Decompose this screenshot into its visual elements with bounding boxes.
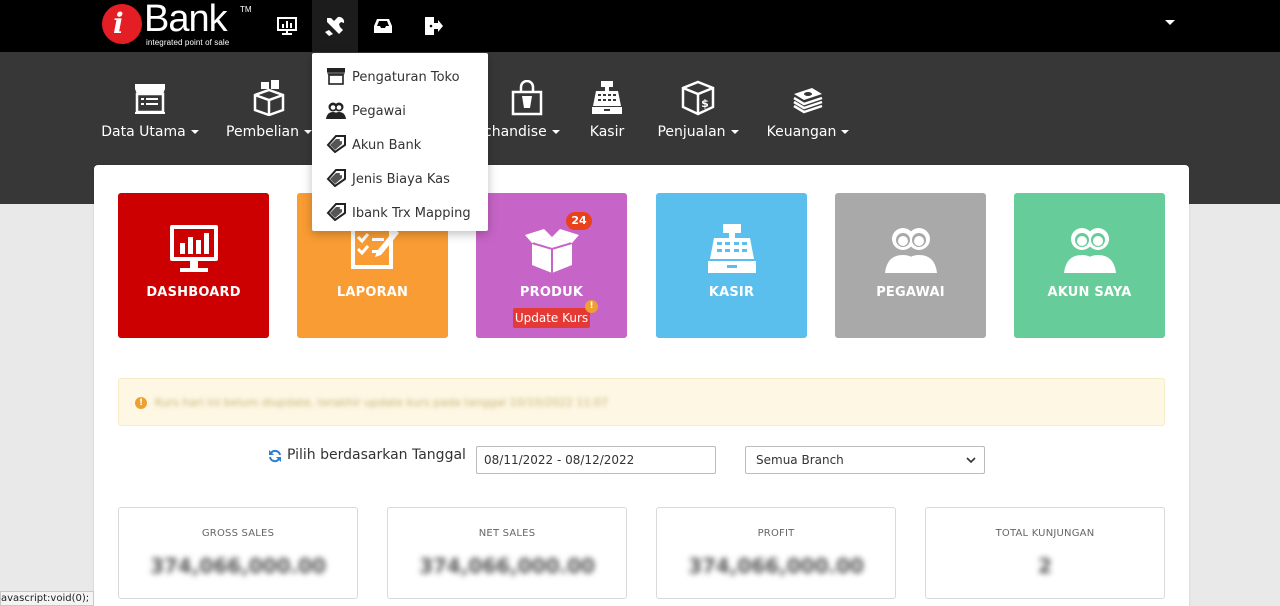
svg-text:$: $ — [701, 97, 709, 110]
browser-status-bar: avascript:void(0); — [0, 591, 95, 606]
tag-icon — [326, 135, 346, 153]
stat-value: 374,066,000.00 — [419, 554, 595, 578]
update-kurs-button[interactable]: Update Kurs — [513, 308, 590, 328]
caret-down-icon — [730, 130, 739, 134]
menu-label: Penjualan — [657, 124, 726, 140]
date-range-input[interactable]: 08/11/2022 - 08/12/2022 — [476, 446, 716, 474]
menu-keuangan[interactable]: Keuangan — [762, 80, 854, 150]
open-box-icon — [524, 229, 579, 273]
kurs-alert: ! Kurs hari ini belum diupdate, terakhir… — [118, 378, 1165, 426]
tools-icon — [325, 16, 345, 36]
money-stack-icon — [793, 88, 823, 114]
brand-tagline: integrated point of sale — [146, 38, 230, 47]
cash-register-icon — [707, 224, 756, 273]
caret-down-icon — [303, 130, 312, 134]
dropdown-item-label: Pegawai — [352, 104, 406, 119]
stat-net-sales: NET SALES 374,066,000.00 — [387, 507, 627, 599]
top-bar: i Bank TM integrated point of sale — [0, 0, 1280, 52]
tile-pegawai[interactable]: PEGAWAI — [835, 193, 986, 338]
store-icon — [327, 68, 345, 85]
user-menu-caret-icon[interactable] — [1165, 20, 1175, 25]
tag-icon — [326, 203, 346, 221]
stat-gross-sales: GROSS SALES 374,066,000.00 — [118, 507, 358, 599]
tile-label: KASIR — [708, 285, 755, 300]
settings-dropdown-menu: Pengaturan Toko Pegawai Akun Bank Jenis … — [312, 53, 488, 231]
stat-label: PROFIT — [757, 528, 795, 539]
logout-button[interactable] — [410, 0, 456, 52]
menu-penjualan[interactable]: $ Penjualan — [652, 80, 744, 150]
stat-profit: PROFIT 374,066,000.00 — [656, 507, 896, 599]
logo-mark-icon: i — [102, 4, 142, 44]
dropdown-item-label: Akun Bank — [352, 138, 422, 153]
people-icon — [884, 228, 937, 273]
warning-icon: ! — [585, 300, 598, 313]
stat-value: 374,066,000.00 — [688, 554, 864, 578]
branch-select[interactable]: Semua Branch — [745, 446, 985, 474]
people-icon — [1063, 228, 1116, 273]
boxes-icon — [253, 80, 285, 116]
brand-name: Bank — [144, 0, 228, 40]
date-filter-label: Pilih berdasarkan Tanggal — [268, 447, 466, 463]
caret-down-icon — [190, 130, 199, 134]
dropdown-item-label: Pengaturan Toko — [352, 70, 460, 85]
chevron-down-icon — [966, 457, 976, 464]
dashboard-monitor-button[interactable] — [264, 0, 310, 52]
menu-label: Keuangan — [766, 124, 837, 140]
menu-label: Data Utama — [101, 124, 186, 140]
stat-value: 374,066,000.00 — [150, 554, 326, 578]
tag-icon — [326, 169, 346, 187]
monitor-chart-icon — [277, 17, 297, 35]
stat-total-kunjungan: TOTAL KUNJUNGAN 2 — [925, 507, 1165, 599]
dropdown-item-jenis-biaya-kas[interactable]: Jenis Biaya Kas — [312, 163, 488, 195]
stat-label: GROSS SALES — [201, 528, 275, 539]
caret-down-icon — [841, 130, 850, 134]
menu-data-utama[interactable]: Data Utama — [100, 80, 200, 150]
menu-kasir[interactable]: Kasir — [580, 80, 634, 150]
stat-label: NET SALES — [478, 528, 536, 539]
cash-register-icon — [592, 81, 622, 114]
dropdown-item-pegawai[interactable]: Pegawai — [312, 95, 488, 127]
menu-label: Pembelian — [226, 124, 299, 140]
dropdown-item-label: Ibank Trx Mapping — [352, 206, 471, 221]
tile-label: PEGAWAI — [876, 285, 945, 300]
warning-icon: ! — [135, 397, 147, 409]
tile-kasir[interactable]: KASIR — [656, 193, 807, 338]
logout-icon — [425, 17, 443, 35]
dropdown-item-label: Jenis Biaya Kas — [352, 172, 450, 187]
tile-dashboard[interactable]: DASHBOARD — [118, 193, 269, 338]
stat-value: 2 — [1038, 554, 1052, 578]
tile-label: DASHBOARD — [146, 285, 241, 300]
settings-tools-button[interactable] — [312, 0, 358, 52]
produk-count-badge: 24 — [566, 212, 592, 230]
store-icon — [135, 84, 165, 114]
brand-trademark: TM — [240, 5, 252, 14]
inbox-button[interactable] — [360, 0, 406, 52]
inbox-icon — [374, 19, 392, 33]
caret-down-icon — [551, 130, 560, 134]
dashboard-chart-icon — [169, 225, 218, 272]
branch-select-value: Semua Branch — [756, 453, 844, 467]
people-icon — [326, 102, 346, 119]
date-filter-label-text: Pilih berdasarkan Tanggal — [287, 447, 466, 463]
tile-label: LAPORAN — [336, 285, 409, 300]
menu-pembelian[interactable]: Pembelian — [222, 80, 316, 150]
dropdown-item-ibank-trx-mapping[interactable]: Ibank Trx Mapping — [312, 197, 488, 229]
dropdown-item-pengaturan-toko[interactable]: Pengaturan Toko — [312, 61, 488, 93]
menu-merchandise[interactable]: chandise — [476, 80, 566, 150]
brand-logo[interactable]: i Bank TM integrated point of sale — [102, 0, 252, 50]
alert-text: Kurs hari ini belum diupdate, terakhir u… — [155, 396, 609, 409]
menu-label: Kasir — [589, 124, 625, 140]
tile-akun-saya[interactable]: AKUN SAYA — [1014, 193, 1165, 338]
dropdown-item-akun-bank[interactable]: Akun Bank — [312, 129, 488, 161]
dollar-box-icon: $ — [681, 80, 715, 116]
tile-label: AKUN SAYA — [1047, 285, 1132, 300]
tile-label: PRODUK — [519, 285, 584, 300]
menu-label: chandise — [484, 124, 547, 140]
stat-label: TOTAL KUNJUNGAN — [995, 528, 1095, 539]
shopping-bag-icon — [512, 80, 543, 116]
